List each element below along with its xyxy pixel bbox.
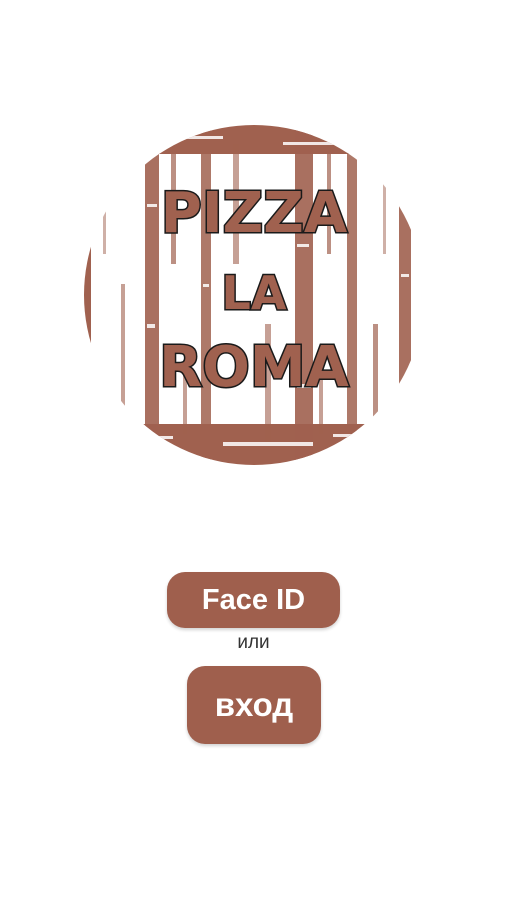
login-button-label: вход [214, 686, 294, 723]
logo-word-roma: ROMA [159, 335, 349, 400]
login-button[interactable]: вход [187, 666, 321, 744]
logo-word-la: LA [222, 266, 287, 320]
or-separator-label: или [237, 632, 270, 653]
face-id-button-label: Face ID [201, 584, 306, 616]
logo-word-pizza: PIZZA [161, 181, 348, 246]
pizza-la-roma-logo: PIZZA LA ROMA [83, 124, 425, 466]
face-id-button[interactable]: Face ID [167, 572, 340, 628]
